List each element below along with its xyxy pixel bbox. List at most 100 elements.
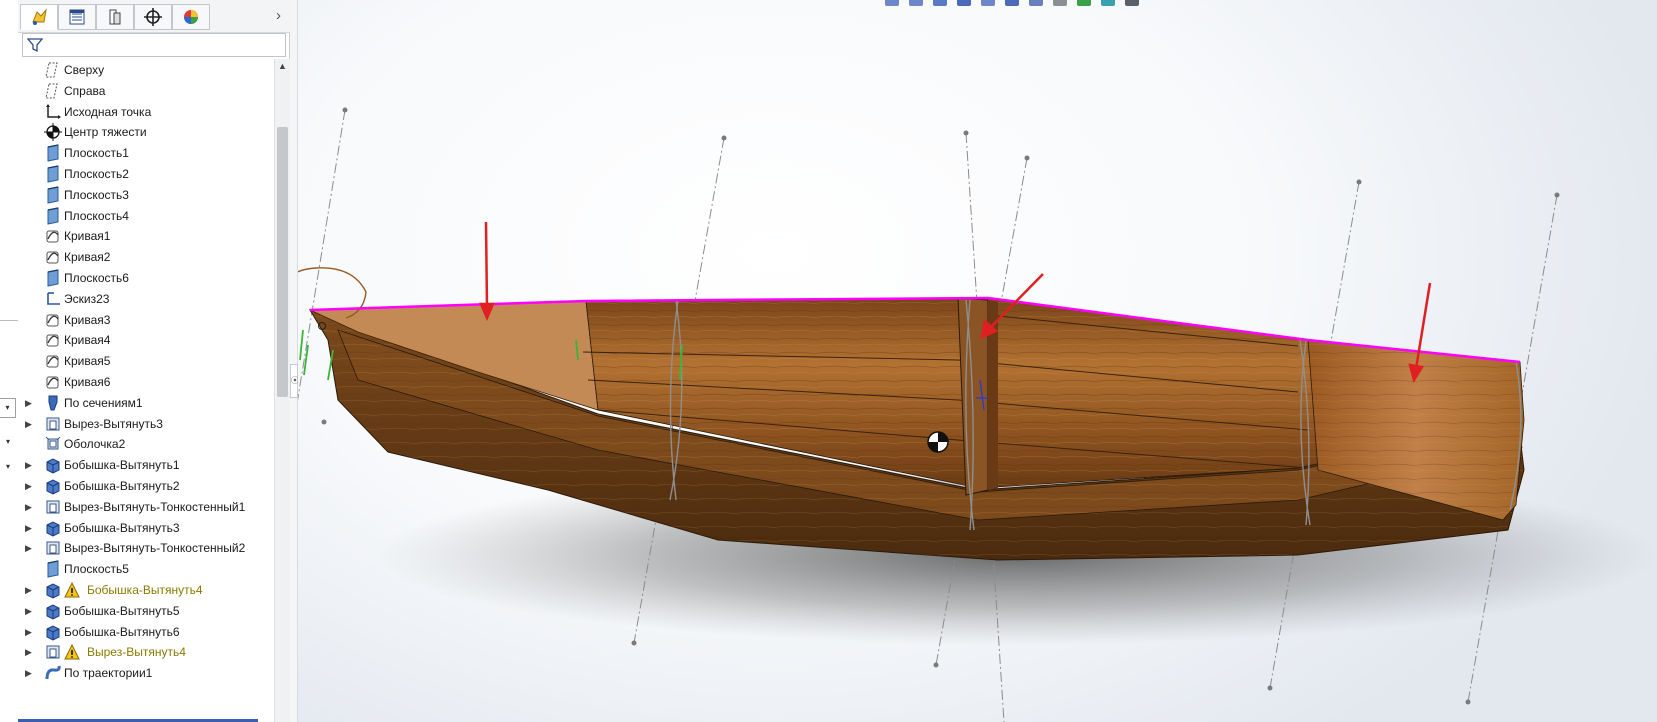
- tree-item[interactable]: ▶ Бобышка-Вытянуть3: [18, 517, 274, 539]
- tree-item-label: Плоскость2: [64, 167, 129, 181]
- sweep-icon: [44, 664, 62, 682]
- tree-item[interactable]: Плоскость1: [18, 142, 274, 164]
- property-list-icon: [67, 7, 87, 27]
- tree-item[interactable]: Кривая3: [18, 309, 274, 331]
- apply-scene-icon[interactable]: [1099, 0, 1117, 8]
- tree-item-label: Вырез-Вытянуть3: [64, 416, 163, 431]
- tree-item[interactable]: Сверху: [18, 59, 274, 81]
- zoom-to-fit-icon[interactable]: [883, 0, 901, 8]
- tree-item[interactable]: ▶ Бобышка-Вытянуть6: [18, 621, 274, 643]
- view-settings-icon[interactable]: [1123, 0, 1141, 8]
- tree-item-label: Бобышка-Вытянуть3: [64, 520, 180, 535]
- display-style-icon[interactable]: [1027, 0, 1045, 8]
- tree-item[interactable]: Исходная точка: [18, 101, 274, 123]
- expand-arrow-icon[interactable]: ▶: [25, 458, 35, 472]
- tree-item[interactable]: ▶ По траектории1: [18, 662, 274, 684]
- boss-extrude-icon: [44, 602, 62, 620]
- tree-item-label: Плоскость6: [64, 271, 129, 285]
- tree-item[interactable]: Плоскость2: [18, 163, 274, 185]
- tree-item[interactable]: Плоскость3: [18, 184, 274, 206]
- displaymanager-tab[interactable]: [172, 4, 210, 30]
- expand-arrow-icon[interactable]: ▶: [25, 500, 35, 514]
- view-orientation-icon[interactable]: [1003, 0, 1021, 8]
- tree-item[interactable]: ▶ Бобышка-Вытянуть5: [18, 600, 274, 622]
- tree-item[interactable]: Эскиз23: [18, 288, 274, 310]
- tree-item[interactable]: Кривая2: [18, 246, 274, 268]
- expand-panel-chevron-icon[interactable]: ›: [276, 7, 281, 25]
- hide-show-items-icon[interactable]: [1051, 0, 1069, 8]
- previous-view-icon[interactable]: [931, 0, 949, 8]
- tree-item[interactable]: ▶ Вырез-Вытянуть4: [18, 641, 274, 663]
- tree-item[interactable]: ▶ Бобышка-Вытянуть4: [18, 579, 274, 601]
- propertymanager-tab[interactable]: [58, 4, 96, 30]
- scrollbar-thumb[interactable]: [277, 127, 288, 397]
- expand-arrow-icon[interactable]: ▶: [25, 417, 35, 431]
- configuration-icon: [105, 7, 125, 27]
- tree-item[interactable]: Кривая4: [18, 329, 274, 351]
- expand-arrow-icon[interactable]: ▶: [25, 666, 35, 680]
- dimxpertmanager-tab[interactable]: [134, 4, 172, 30]
- ref-plane-icon: [44, 560, 62, 578]
- scroll-up-chevron-icon[interactable]: ▲: [278, 61, 287, 71]
- section-view-icon[interactable]: [955, 0, 973, 8]
- tree-filter[interactable]: [22, 33, 286, 57]
- tree-item[interactable]: Плоскость4: [18, 205, 274, 227]
- feature-tree-icon: [29, 7, 49, 27]
- chevron-down-icon[interactable]: ▾: [6, 462, 10, 471]
- tree-item[interactable]: ▶ Вырез-Вытянуть-Тонкостенный2: [18, 537, 274, 559]
- zoom-to-area-icon[interactable]: [907, 0, 925, 8]
- tree-item-label: Бобышка-Вытянуть4: [87, 583, 203, 597]
- tree-item-label: Плоскость1: [64, 146, 129, 161]
- expand-arrow-icon[interactable]: ▶: [25, 625, 35, 639]
- feature-tree: Сверху Справа Исходная точка Центр тяжести П…: [18, 59, 274, 722]
- ref-plane-icon: [44, 186, 62, 204]
- tree-item-label: Кривая6: [64, 375, 111, 389]
- boat-hull-model[interactable]: [298, 0, 1657, 722]
- edit-appearance-icon[interactable]: [1075, 0, 1093, 8]
- tree-item[interactable]: ▶ Вырез-Вытянуть3: [18, 413, 274, 435]
- tree-item-label: Эскиз23: [64, 291, 110, 306]
- dynamic-annotation-icon[interactable]: [979, 0, 997, 8]
- expand-arrow-icon[interactable]: ▶: [25, 396, 35, 410]
- tree-item[interactable]: Плоскость5: [18, 558, 274, 580]
- tree-item[interactable]: Плоскость6: [18, 267, 274, 289]
- origin-icon: [44, 103, 62, 121]
- expand-arrow-icon[interactable]: ▶: [25, 541, 35, 555]
- splitter-handle[interactable]: ⦿: [290, 364, 299, 398]
- center-of-mass-icon: [44, 123, 62, 142]
- center-of-mass-icon[interactable]: [927, 431, 949, 453]
- collapsed-task-pane: ▾ ▾ ▾: [0, 0, 18, 722]
- expand-arrow-icon[interactable]: ▶: [25, 604, 35, 618]
- tree-item-label: По траектории1: [64, 666, 153, 681]
- tree-item[interactable]: Кривая1: [18, 225, 274, 247]
- expand-arrow-icon[interactable]: ▶: [25, 479, 35, 493]
- curve-icon: [44, 248, 62, 266]
- cut-extrude-icon: [44, 539, 62, 557]
- tree-item[interactable]: ▶ Бобышка-Вытянуть1: [18, 454, 274, 476]
- graphics-viewport[interactable]: [298, 0, 1657, 722]
- tree-item[interactable]: ▶ По сечениям1: [18, 392, 274, 414]
- configurationmanager-tab[interactable]: [96, 4, 134, 30]
- chevron-down-icon[interactable]: ▾: [6, 437, 10, 446]
- ref-plane-icon: [44, 206, 62, 225]
- tree-item[interactable]: ▶ Вырез-Вытянуть-Тонкостенный1: [18, 496, 274, 518]
- tree-item[interactable]: Кривая5: [18, 350, 274, 372]
- curve-icon: [44, 331, 62, 349]
- tree-item[interactable]: Оболочка2: [18, 433, 274, 455]
- shell-icon: [44, 435, 62, 453]
- curve-icon: [44, 373, 62, 391]
- expand-arrow-icon[interactable]: ▶: [25, 521, 35, 535]
- tree-item[interactable]: Центр тяжести: [18, 121, 274, 143]
- tree-scrollbar[interactable]: ▲: [274, 59, 290, 722]
- tree-item[interactable]: Кривая6: [18, 371, 274, 393]
- curve-icon: [44, 352, 62, 370]
- tree-item[interactable]: ▶ Бобышка-Вытянуть2: [18, 475, 274, 497]
- panel-splitter[interactable]: ⦿: [290, 0, 299, 722]
- tree-filter-input[interactable]: [47, 36, 281, 56]
- dropdown-toggle-button[interactable]: ▾: [0, 398, 16, 418]
- loft-icon: [44, 394, 62, 412]
- expand-arrow-icon[interactable]: ▶: [25, 645, 35, 659]
- tree-item[interactable]: Справа: [18, 80, 274, 102]
- expand-arrow-icon[interactable]: ▶: [25, 583, 35, 597]
- featuremanager-tab[interactable]: [20, 4, 58, 30]
